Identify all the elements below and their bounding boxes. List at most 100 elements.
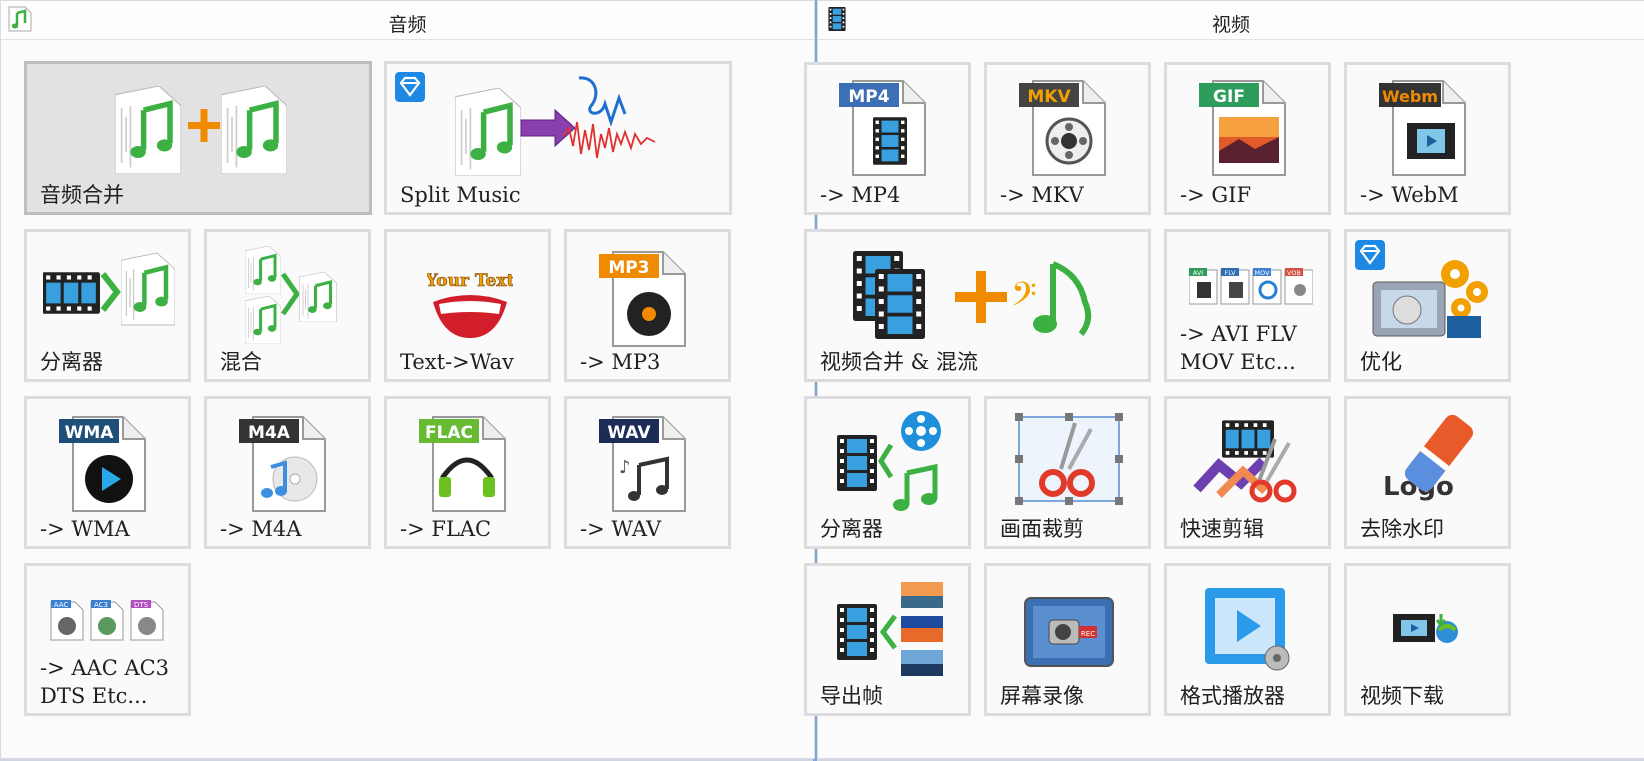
tile-to-wav[interactable]: WAV ♪ -> WAV [564,396,731,549]
video-download-icon [1393,614,1458,643]
svg-text:MP3: MP3 [608,258,649,278]
tile-to-mp3[interactable]: MP3 -> MP3 [564,229,731,382]
svg-text:MOV: MOV [1254,269,1270,277]
tile-mix[interactable]: 混合 [204,229,371,382]
flac-file-icon: FLAC [419,416,506,512]
tile-label: -> AAC AC3 DTS Etc... [40,656,170,708]
tile-to-webm[interactable]: Webm -> WebM [1344,62,1511,215]
format-player-icon [1205,588,1290,671]
merge-video-icon: 𝄢 [853,251,1092,339]
svg-text:AAC: AAC [54,601,69,609]
mp3-file-icon: MP3 [599,251,686,347]
tile-label: 格式播放器 [1180,684,1285,708]
tile-label: -> MKV [1000,183,1084,207]
mix-icon [245,246,337,344]
tile-split-music[interactable]: Split Music [384,61,732,215]
tile-label: -> MP4 [820,183,901,207]
tile-label: 分离器 [40,350,103,374]
split-music-icon [455,76,656,186]
svg-text:FLV: FLV [1224,269,1236,277]
avi-flv-mov-icon: AVI FLV MOV VOB [1189,268,1313,305]
svg-text:GIF: GIF [1213,87,1245,107]
audio-panel: 音频 音频合并 Split Music 分离器 混合 Your Text Tex… [0,0,815,759]
svg-text:MP4: MP4 [848,87,889,107]
optimize-icon [1372,260,1488,338]
tile-to-avi-flv-mov[interactable]: AVI FLV MOV VOB -> AVI FLV MOV Etc... [1164,229,1331,382]
m4a-file-icon: M4A [239,416,326,512]
tile-to-gif[interactable]: GIF -> GIF [1164,62,1331,215]
svg-text:WMA: WMA [65,423,115,443]
mp4-file-icon: MP4 [839,80,926,176]
video-splitter-icon [837,411,941,511]
tile-remove-watermark[interactable]: Logo 去除水印 [1344,396,1511,549]
tile-label: -> WebM [1360,183,1459,207]
mkv-file-icon: MKV [1019,80,1106,176]
tile-label: 音频合并 [40,183,124,207]
tile-screen-record[interactable]: REC 屏幕录像 [984,563,1151,716]
tile-to-m4a[interactable]: M4A -> M4A [204,396,371,549]
tile-format-player[interactable]: 格式播放器 [1164,563,1331,716]
tile-label: 优化 [1360,350,1402,374]
svg-text:AC3: AC3 [94,601,108,609]
tile-label: 视频下载 [1360,684,1444,708]
remove-watermark-icon: Logo [1383,414,1474,501]
tile-video-merge-mux[interactable]: 𝄢 视频合并 & 混流 [804,229,1151,382]
tile-label: 屏幕录像 [1000,684,1084,708]
audio-titlebar: 音频 [1,1,814,40]
tile-label: Text->Wav [400,350,514,374]
wav-file-icon: WAV ♪ [599,416,686,512]
tile-label: -> WAV [580,517,662,541]
tile-label: -> M4A [220,517,302,541]
tile-label: 导出帧 [820,684,883,708]
tile-label: Split Music [400,183,521,207]
tile-to-mkv[interactable]: MKV -> MKV [984,62,1151,215]
svg-text:♪: ♪ [619,457,631,478]
audio-panel-title: 音频 [388,14,427,36]
tile-label: 混合 [220,350,262,374]
tile-label: -> AVI FLV MOV Etc... [1180,322,1297,374]
svg-text:Webm: Webm [1382,87,1438,106]
tile-text-to-wav[interactable]: Your Text Text->Wav [384,229,551,382]
tile-crop[interactable]: 画面裁剪 [984,396,1151,549]
svg-text:WAV: WAV [607,423,651,443]
svg-text:FLAC: FLAC [425,423,473,443]
audio-splitter-icon [43,250,175,332]
tile-label: 视频合并 & 混流 [820,350,979,374]
webm-file-icon: Webm [1379,80,1466,176]
tile-label: 快速剪辑 [1180,517,1264,541]
tile-quick-cut[interactable]: 快速剪辑 [1164,396,1331,549]
screen-record-icon: REC [1024,597,1114,667]
your-text-caption: Your Text [427,271,513,291]
svg-text:𝄢: 𝄢 [1011,276,1037,322]
tile-optimize[interactable]: 优化 [1344,229,1511,382]
svg-text:M4A: M4A [248,423,291,443]
video-panel-title: 视频 [1211,14,1250,36]
text-to-wav-icon: Your Text [427,271,513,338]
tile-audio-merge[interactable]: 音频合并 [24,61,372,215]
merge-audio-icon [115,82,290,174]
gif-file-icon: GIF [1199,80,1286,176]
quick-cut-icon [1193,420,1297,503]
tile-to-flac[interactable]: FLAC -> FLAC [384,396,551,549]
tile-to-wma[interactable]: WMA -> WMA [24,396,191,549]
tile-label: -> FLAC [400,517,492,541]
tile-label: 去除水印 [1360,517,1444,541]
export-frames-icon [837,582,943,676]
tile-label: 分离器 [820,517,883,541]
tile-video-splitter[interactable]: 分离器 [804,396,971,549]
tile-audio-splitter[interactable]: 分离器 [24,229,191,382]
tile-video-download[interactable]: 视频下载 [1344,563,1511,716]
svg-text:VOB: VOB [1287,269,1301,277]
tile-export-frames[interactable]: 导出帧 [804,563,971,716]
tile-label: -> MP3 [580,350,661,374]
svg-text:MKV: MKV [1027,87,1071,107]
tile-label: -> WMA [40,517,130,541]
video-titlebar: 视频 [818,1,1644,40]
svg-text:AVI: AVI [1193,269,1203,277]
tile-to-mp4[interactable]: MP4 -> MP4 [804,62,971,215]
rec-caption: REC [1081,630,1095,638]
tile-to-aac-ac3-dts[interactable]: AAC AC3 DTS -> AAC AC3 DTS Etc... [24,563,191,716]
tile-label: 画面裁剪 [1000,517,1084,541]
svg-text:DTS: DTS [134,601,149,609]
tile-label: -> GIF [1180,183,1252,207]
